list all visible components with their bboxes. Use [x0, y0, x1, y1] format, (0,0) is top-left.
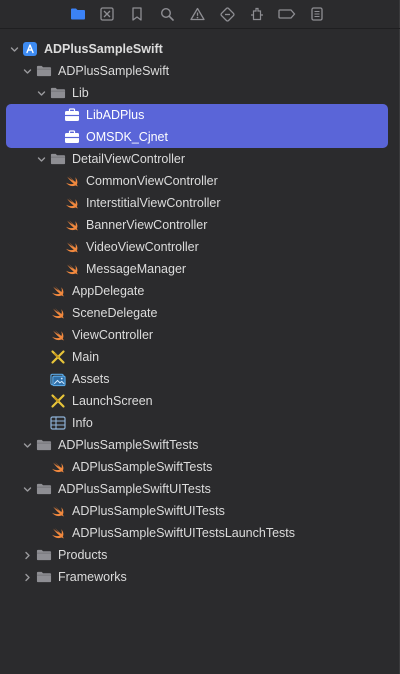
swift-file-icon	[50, 525, 66, 541]
tree-row-label: BannerViewController	[86, 218, 208, 232]
tree-row-label: ADPlusSampleSwiftTests	[72, 460, 213, 474]
tree-row-label: ADPlusSampleSwiftUITestsLaunchTests	[72, 526, 296, 540]
tree-row-group[interactable]: DetailViewController	[0, 148, 400, 170]
tree-row-label: LaunchScreen	[72, 394, 153, 408]
issue-icon[interactable]	[187, 5, 207, 23]
tree-row-file[interactable]: Assets	[0, 368, 400, 390]
tree-row-label: Info	[72, 416, 93, 430]
tree-row-label: ADPlusSampleSwiftTests	[58, 438, 199, 452]
tree-row-label: InterstitialViewController	[86, 196, 221, 210]
swift-file-icon	[50, 283, 66, 299]
report-icon[interactable]	[307, 5, 327, 23]
tree-row-label: Lib	[72, 86, 89, 100]
storyboard-icon	[50, 393, 66, 409]
project-navigator-icon[interactable]	[68, 5, 88, 23]
tree-row-file[interactable]: ADPlusSampleSwiftUITestsLaunchTests	[0, 522, 400, 544]
chevron-down-icon[interactable]	[22, 66, 32, 76]
storyboard-icon	[50, 349, 66, 365]
folder-icon	[36, 547, 52, 563]
tree-row-label: SceneDelegate	[72, 306, 158, 320]
tree-row-label: ADPlusSampleSwiftUITests	[58, 482, 211, 496]
bookmark-icon[interactable]	[127, 5, 147, 23]
tree-row-file[interactable]: BannerViewController	[0, 214, 400, 236]
tree-row-project[interactable]: ADPlusSampleSwift	[0, 38, 400, 60]
tree-row-label: ViewController	[72, 328, 154, 342]
swift-file-icon	[64, 173, 80, 189]
swift-file-icon	[64, 261, 80, 277]
tree-row-label: LibADPlus	[86, 108, 145, 122]
tree-row-file[interactable]: ADPlusSampleSwiftTests	[0, 456, 400, 478]
test-icon[interactable]	[217, 5, 237, 23]
swift-file-icon	[50, 305, 66, 321]
tree-row-file[interactable]: CommonViewController	[0, 170, 400, 192]
tree-row-file[interactable]: MessageManager	[0, 258, 400, 280]
toolbar-divider	[0, 28, 400, 29]
tree-row-file[interactable]: VideoViewController	[0, 236, 400, 258]
project-navigator: ADPlusSampleSwift ADPlusSampleSwift Lib …	[0, 0, 400, 674]
swift-file-icon	[50, 327, 66, 343]
tree-row-group[interactable]: Lib	[0, 82, 400, 104]
debug-icon[interactable]	[247, 5, 267, 23]
chevron-right-icon[interactable]	[22, 572, 32, 582]
tree-row-file[interactable]: LaunchScreen	[0, 390, 400, 412]
tree-row-group[interactable]: ADPlusSampleSwiftUITests	[0, 478, 400, 500]
chevron-down-icon[interactable]	[22, 440, 32, 450]
tree-row-label: AppDelegate	[72, 284, 145, 298]
tree-row-file[interactable]: SceneDelegate	[0, 302, 400, 324]
app-project-icon	[22, 41, 38, 57]
tree-row-label: Frameworks	[58, 570, 127, 584]
swift-file-icon	[50, 503, 66, 519]
tree-row-label: Products	[58, 548, 108, 562]
chevron-down-icon[interactable]	[36, 154, 46, 164]
tree-row-file[interactable]: ViewController	[0, 324, 400, 346]
tree-row-label: Main	[72, 350, 100, 364]
tree-row-label: ADPlusSampleSwift	[58, 64, 170, 78]
tree-row-file[interactable]: Info	[0, 412, 400, 434]
tree-row-framework[interactable]: OMSDK_Cjnet	[0, 126, 400, 148]
swift-file-icon	[50, 459, 66, 475]
swift-file-icon	[64, 239, 80, 255]
swift-file-icon	[64, 217, 80, 233]
plist-icon	[50, 415, 66, 431]
folder-icon	[36, 63, 52, 79]
framework-icon	[64, 107, 80, 123]
navigator-toolbar	[0, 0, 400, 28]
folder-icon	[36, 481, 52, 497]
breakpoint-icon[interactable]	[277, 5, 297, 23]
tree-row-label: VideoViewController	[86, 240, 199, 254]
tree-row-file[interactable]: AppDelegate	[0, 280, 400, 302]
tree-row-file[interactable]: ADPlusSampleSwiftUITests	[0, 500, 400, 522]
chevron-down-icon[interactable]	[22, 484, 32, 494]
tree-row-label: Assets	[72, 372, 110, 386]
chevron-right-icon[interactable]	[22, 550, 32, 560]
folder-icon	[50, 151, 66, 167]
tree-row-framework[interactable]: LibADPlus	[0, 104, 400, 126]
folder-icon	[50, 85, 66, 101]
folder-icon	[36, 569, 52, 585]
tree-row-group[interactable]: Frameworks	[0, 566, 400, 588]
find-icon[interactable]	[157, 5, 177, 23]
tree-row-group[interactable]: Products	[0, 544, 400, 566]
swift-file-icon	[64, 195, 80, 211]
tree-row-label: OMSDK_Cjnet	[86, 130, 168, 144]
file-tree: ADPlusSampleSwift ADPlusSampleSwift Lib …	[0, 38, 400, 588]
asset-catalog-icon	[50, 371, 66, 387]
framework-icon	[64, 129, 80, 145]
tree-row-label: CommonViewController	[86, 174, 218, 188]
chevron-down-icon[interactable]	[36, 88, 46, 98]
tree-row-file[interactable]: Main	[0, 346, 400, 368]
tree-row-label: ADPlusSampleSwift	[44, 42, 163, 56]
source-control-icon[interactable]	[97, 5, 117, 23]
tree-row-file[interactable]: InterstitialViewController	[0, 192, 400, 214]
tree-row-group[interactable]: ADPlusSampleSwift	[0, 60, 400, 82]
tree-row-label: ADPlusSampleSwiftUITests	[72, 504, 225, 518]
folder-icon	[36, 437, 52, 453]
tree-row-label: MessageManager	[86, 262, 187, 276]
chevron-down-icon[interactable]	[9, 44, 19, 54]
tree-row-group[interactable]: ADPlusSampleSwiftTests	[0, 434, 400, 456]
tree-row-label: DetailViewController	[72, 152, 186, 166]
